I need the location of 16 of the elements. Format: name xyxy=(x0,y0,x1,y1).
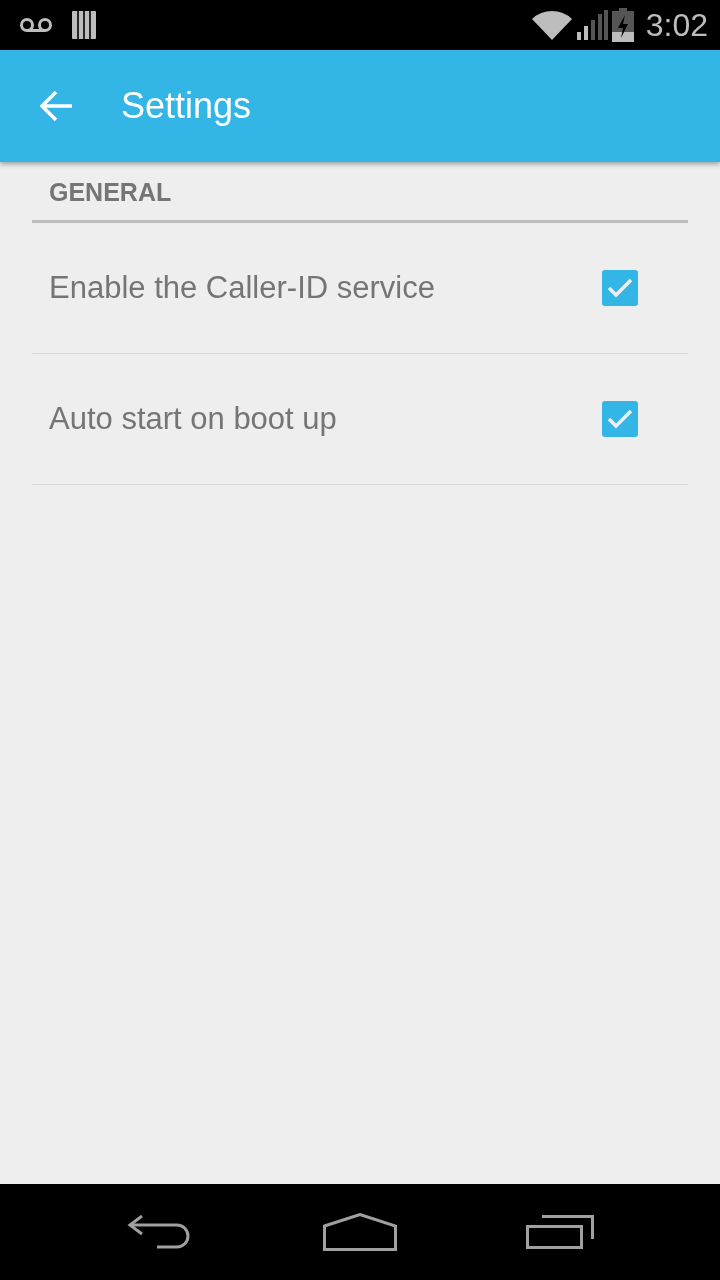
checkbox-setting-row[interactable]: Auto start on boot up xyxy=(32,354,688,485)
recent-apps-icon[interactable] xyxy=(526,1215,594,1249)
section-header: GENERAL xyxy=(32,162,688,223)
checkbox-setting-row[interactable]: Enable the Caller-ID service xyxy=(32,223,688,354)
signal-icon xyxy=(575,10,608,40)
battery-charging-icon xyxy=(611,8,634,42)
setting-label: Enable the Caller-ID service xyxy=(49,270,435,306)
checkbox[interactable] xyxy=(602,270,638,306)
voicemail-icon xyxy=(20,17,52,33)
wifi-icon xyxy=(531,10,572,40)
home-icon[interactable] xyxy=(323,1213,397,1251)
vertical-bars-icon xyxy=(72,11,96,39)
screen-title: Settings xyxy=(121,85,252,127)
setting-label: Auto start on boot up xyxy=(49,401,337,437)
checkbox[interactable] xyxy=(602,401,638,437)
status-time: 3:02 xyxy=(645,6,708,44)
